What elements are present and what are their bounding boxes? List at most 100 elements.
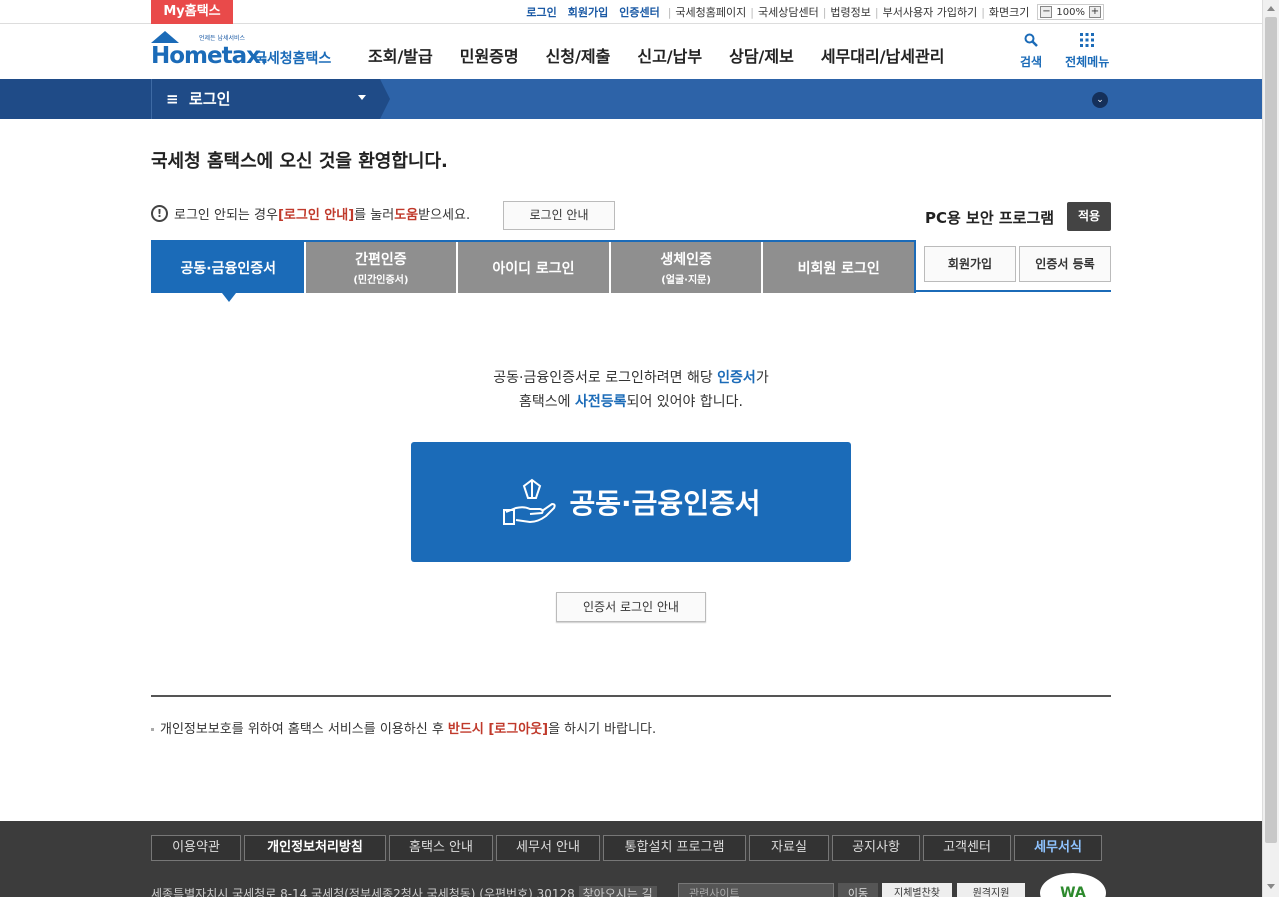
search-icon — [1020, 33, 1042, 53]
breadcrumb-current: 로그인 — [189, 90, 231, 108]
remote-support-button[interactable]: 원격지원 — [957, 883, 1025, 897]
main-nav: 조회/발급 민원증명 신청/제출 신고/납부 상담/제보 세무대리/납세관리 — [368, 43, 971, 67]
cert-login-description: 공동·금융인증서로 로그인하려면 해당 인증서가 홈택스에 사전등록되어 있어야… — [411, 366, 851, 414]
nav-item-inquiry[interactable]: 조회/발급 — [368, 43, 433, 67]
notice-text-mid: 를 눌러 — [354, 208, 395, 223]
dept-user-join-link[interactable]: 부서사용자 가입하기 — [883, 4, 978, 20]
desc-line-2: 홈택스에 사전등록되어 있어야 합니다. — [411, 390, 851, 414]
desc-text: 공동·금융인증서로 로그인하려면 해당 — [493, 370, 718, 386]
scroll-down-icon[interactable] — [1267, 884, 1275, 889]
tab-guest-login[interactable]: 비회원 로그인 — [763, 242, 914, 293]
tax-consult-link[interactable]: 국세상담센터 — [758, 4, 819, 20]
directions-link[interactable]: 찾아오시는 길 — [578, 886, 657, 897]
cert-register-button[interactable]: 인증서 등록 — [1019, 246, 1111, 282]
zoom-out-button[interactable]: − — [1040, 6, 1053, 18]
tab-simple-auth[interactable]: 간편인증 (민간인증서) — [305, 242, 457, 293]
header: 언제든 납세서비스 Hometax. 국세청홈택스 조회/발급 민원증명 신청/… — [0, 25, 1262, 79]
related-sites-value: 관련사이트 — [689, 887, 740, 897]
footer-address: 세종특별자치시 국세청로 8-14 국세청(정부세종2청사 국세청동) (우편번… — [151, 885, 657, 897]
bullet-icon — [151, 728, 154, 731]
nav-item-filing[interactable]: 신고/납부 — [637, 43, 702, 67]
scroll-up-icon[interactable] — [1267, 6, 1275, 11]
desc-text: 되어 있어야 합니다. — [626, 394, 743, 410]
law-info-link[interactable]: 법령정보 — [830, 4, 870, 20]
all-menu-label: 전체메뉴 — [1065, 55, 1110, 69]
nav-item-certificates[interactable]: 민원증명 — [460, 43, 519, 67]
hometax-logo[interactable]: 언제든 납세서비스 Hometax. 국세청홈택스 — [151, 31, 336, 73]
cert-login-guide-button[interactable]: 인증서 로그인 안내 — [556, 592, 706, 622]
footer-badge-button-1[interactable]: 지체별찬찾 — [882, 883, 952, 897]
tab-joint-financial-cert[interactable]: 공동·금융인증서 — [153, 242, 304, 293]
zoom-control: − 100% + — [1037, 4, 1104, 20]
footer-link-install[interactable]: 통합설치 프로그램 — [603, 835, 746, 861]
page-title: 국세청 홈택스에 오신 것을 환영합니다. — [151, 151, 448, 172]
zoom-in-button[interactable]: + — [1089, 6, 1101, 18]
zoom-label: 화면크기 — [988, 6, 1030, 19]
location-arrow-shape — [380, 79, 390, 119]
header-icons: 검색 전체메뉴 — [1020, 33, 1109, 70]
cert-center-link[interactable]: 인증센터 — [619, 4, 659, 20]
footer-link-terms[interactable]: 이용약관 — [151, 835, 241, 861]
divider: | — [981, 5, 985, 19]
apply-security-button[interactable]: 적용 — [1067, 202, 1111, 231]
logout-text-a: 개인정보보호를 위하여 홈택스 서비스를 이용하신 후 — [160, 722, 448, 737]
top-utility-bar: My홈택스 로그인 회원가입 인증센터 | 국세청홈페이지 | 국세상담센터 |… — [0, 0, 1262, 24]
tab-label: 공동·금융인증서 — [180, 260, 277, 277]
tab-underline — [916, 290, 1111, 292]
nav-item-tax-agent[interactable]: 세무대리/납세관리 — [821, 43, 945, 67]
my-hometax-tab[interactable]: My홈택스 — [151, 0, 233, 24]
all-menu-button[interactable]: 전체메뉴 — [1065, 33, 1109, 70]
footer-link-notice[interactable]: 공지사항 — [832, 835, 920, 861]
desc-highlight: 사전등록 — [575, 394, 627, 410]
footer-link-tax-forms[interactable]: 세무서식 — [1014, 835, 1102, 861]
grid-menu-icon — [1065, 33, 1109, 53]
logo-korean: 국세청홈택스 — [254, 51, 332, 67]
footer-link-hometax-guide[interactable]: 홈택스 안내 — [389, 835, 493, 861]
tab-sublabel: (얼굴·지문) — [661, 275, 711, 286]
divider: | — [750, 5, 754, 19]
vertical-scrollbar[interactable] — [1262, 0, 1279, 897]
logout-text-c: 을 하시기 바랍니다. — [548, 722, 657, 737]
nav-item-application[interactable]: 신청/제출 — [546, 43, 611, 67]
login-link[interactable]: 로그인 — [526, 4, 556, 20]
wa-accessibility-mark: WA — [1040, 873, 1106, 897]
search-label: 검색 — [1020, 55, 1043, 69]
content-divider — [151, 695, 1111, 697]
divider: | — [667, 5, 672, 19]
related-sites-go-button[interactable]: 이동 — [838, 883, 878, 897]
login-method-tabs: 공동·금융인증서 간편인증 (민간인증서) 아이디 로그인 생체인증 (얼굴·지… — [151, 240, 916, 293]
signup-link[interactable]: 회원가입 — [568, 4, 608, 20]
expand-circle-button[interactable]: ⌄ — [1092, 92, 1108, 108]
login-guide-button[interactable]: 로그인 안내 — [503, 201, 615, 230]
notice-help-word: 도움 — [394, 208, 419, 223]
login-help-notice: ! 로그인 안되는 경우 [로그인 안내] 를 눌러 도움 받으세요. — [151, 204, 470, 223]
breadcrumb-dropdown[interactable]: ≡ 로그인 — [151, 79, 380, 119]
notice-text-prefix: 로그인 안되는 경우 — [174, 208, 278, 223]
tab-biometric[interactable]: 생체인증 (얼굴·지문) — [610, 242, 762, 293]
caret-down-icon — [358, 95, 366, 100]
scroll-thumb[interactable] — [1265, 17, 1277, 843]
nts-homepage-link[interactable]: 국세청홈페이지 — [675, 4, 746, 20]
tab-id-login[interactable]: 아이디 로그인 — [458, 242, 609, 293]
footer-links: 이용약관 개인정보처리방침 홈택스 안내 세무서 안내 통합설치 프로그램 자료… — [151, 835, 1102, 861]
utility-links: 로그인 회원가입 인증센터 | 국세청홈페이지 | 국세상담센터 | 법령정보 … — [526, 0, 1104, 24]
desc-line-1: 공동·금융인증서로 로그인하려면 해당 인증서가 — [411, 366, 851, 390]
footer-link-customer[interactable]: 고객센터 — [923, 835, 1011, 861]
joint-financial-cert-login-button[interactable]: 공동·금융인증서 — [411, 442, 851, 562]
tab-label: 간편인증 — [355, 252, 407, 268]
search-button[interactable]: 검색 — [1020, 33, 1042, 70]
desc-text: 홈택스에 — [519, 394, 576, 410]
nav-item-consult[interactable]: 상담/제보 — [729, 43, 794, 67]
join-button[interactable]: 회원가입 — [924, 246, 1016, 282]
pc-security-label: PC용 보안 프로그램 — [925, 209, 1055, 227]
footer-link-taxoffice[interactable]: 세무서 안내 — [496, 835, 600, 861]
related-sites-select[interactable]: 관련사이트 — [678, 883, 834, 897]
footer-link-archive[interactable]: 자료실 — [749, 835, 829, 861]
tab-label: 아이디 로그인 — [492, 260, 575, 277]
zoom-value: 100% — [1056, 6, 1085, 18]
footer-link-privacy[interactable]: 개인정보처리방침 — [244, 835, 386, 861]
big-button-label: 공동·금융인증서 — [569, 487, 761, 520]
logout-emphasis: 반드시 [로그아웃] — [447, 722, 549, 737]
footer: 이용약관 개인정보처리방침 홈택스 안내 세무서 안내 통합설치 프로그램 자료… — [0, 821, 1262, 897]
tab-sublabel: (민간인증서) — [353, 275, 409, 286]
